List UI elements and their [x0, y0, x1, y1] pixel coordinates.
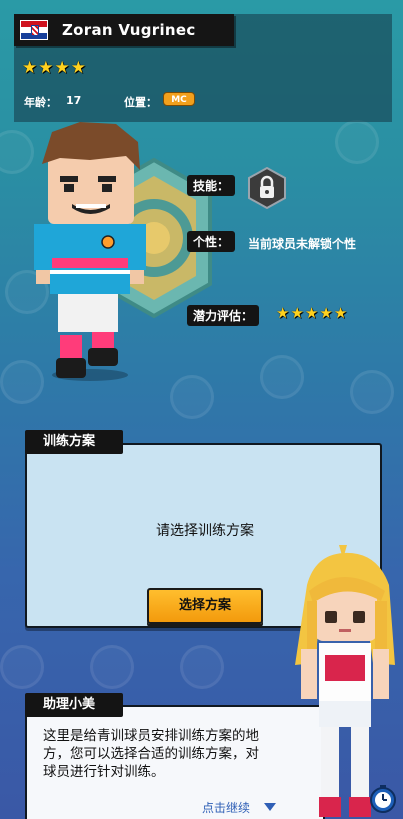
star-icon: ★ — [54, 58, 70, 78]
training-plan-title: 训练方案 — [25, 430, 123, 454]
background-ball — [170, 375, 214, 419]
star-icon: ★ — [290, 304, 304, 322]
star-icon: ★ — [319, 304, 333, 322]
background-ball — [350, 370, 394, 414]
star-icon: ★ — [38, 58, 54, 78]
skill-label: 技能： — [187, 175, 236, 196]
star-icon: ★ — [22, 58, 38, 78]
star-icon: ★ — [333, 304, 348, 322]
player-avatar — [34, 122, 146, 381]
background-ball — [260, 355, 304, 399]
chevron-down-icon[interactable] — [264, 803, 276, 811]
background-ball — [90, 645, 134, 689]
select-plan-button[interactable]: 选择方案 — [147, 588, 263, 624]
skill-locked-lock-icon[interactable] — [248, 167, 286, 209]
training-plan-prompt: 请选择训练方案 — [156, 523, 254, 539]
croatia-flag-icon — [20, 20, 48, 40]
star-icon: ★ — [276, 304, 290, 322]
assistant-message: 这里是给青训球员安排训练方案的地方，您可以选择合适的训练方案，对球员进行针对训练… — [43, 728, 259, 780]
background-ball — [335, 120, 379, 164]
star-icon: ★ — [304, 304, 319, 322]
trait-value: 当前球员未解锁个性 — [248, 237, 357, 251]
position-label: 位置： — [124, 96, 157, 109]
age-label: 年龄： — [24, 96, 57, 109]
assistant-character — [295, 545, 395, 817]
trait-label: 个性： — [187, 231, 236, 252]
background-ball — [180, 645, 224, 689]
continue-prompt[interactable]: 点击继续 — [202, 799, 250, 816]
position-badge: MC — [163, 92, 195, 106]
player-name-bar: Zoran Vugrinec — [14, 14, 234, 46]
age-value: 17 — [66, 94, 82, 107]
player-rating-stars: ★ ★ ★ ★ — [22, 60, 86, 77]
player-name: Zoran Vugrinec — [62, 21, 196, 39]
stopwatch-icon[interactable] — [368, 784, 398, 814]
background-ball — [0, 645, 44, 689]
background-ball — [0, 130, 34, 174]
potential-label: 潜力评估： — [187, 305, 260, 326]
potential-rating-stars: ★ ★ ★ ★ ★ — [276, 306, 347, 321]
star-icon: ★ — [70, 58, 86, 78]
assistant-name: 助理小美 — [25, 693, 123, 717]
